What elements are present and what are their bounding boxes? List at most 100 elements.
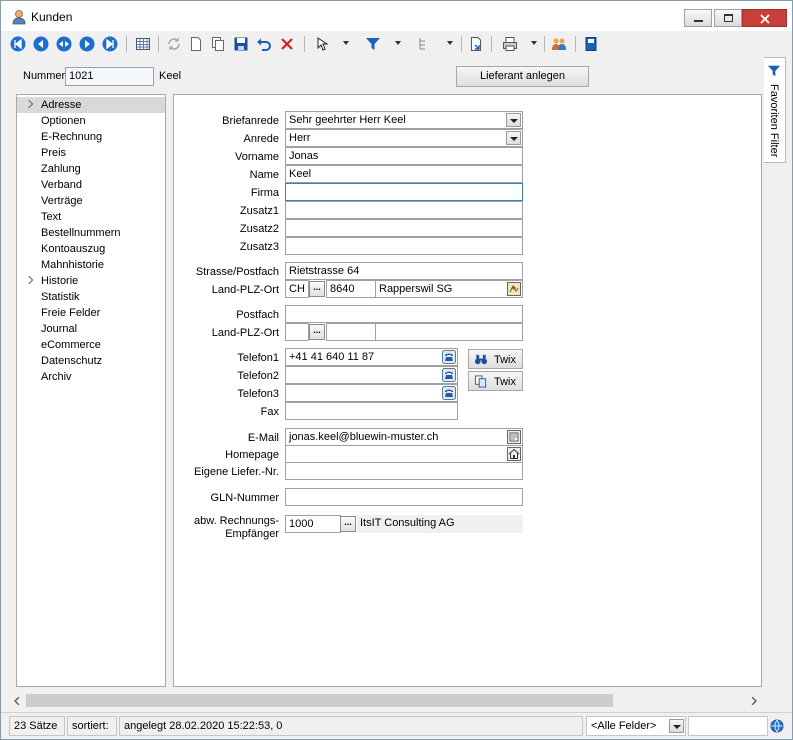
twix-copy-button[interactable]: Twix <box>468 371 523 391</box>
nav-item-adresse[interactable]: Adresse <box>17 97 165 113</box>
field-filter-dropdown-icon[interactable] <box>669 719 684 733</box>
phone-icon[interactable] <box>442 368 456 382</box>
nav-item-archiv[interactable]: Archiv <box>17 369 165 385</box>
status-search-field[interactable] <box>688 716 768 736</box>
strasse-field[interactable]: Rietstrasse 64 <box>285 262 523 280</box>
search-record-button[interactable] <box>55 35 73 53</box>
nav-item-historie[interactable]: Historie <box>17 273 165 289</box>
map-icon[interactable] <box>507 282 521 296</box>
document-link-button[interactable] <box>467 35 485 53</box>
tree-dropdown-icon[interactable] <box>447 41 453 45</box>
previous-record-button[interactable] <box>32 35 50 53</box>
toolbar-separator <box>126 36 127 52</box>
briefanrede-combo[interactable]: Sehr geehrter Herr Keel <box>285 111 523 129</box>
undo-button[interactable] <box>255 35 273 53</box>
nav-item-ecommerce[interactable]: eCommerce <box>17 337 165 353</box>
telefon2-field[interactable] <box>285 366 458 384</box>
table-view-button[interactable] <box>134 35 152 53</box>
contacts-button[interactable] <box>550 35 568 53</box>
phone-icon[interactable] <box>442 386 456 400</box>
nav-item-verband[interactable]: Verband <box>17 177 165 193</box>
ort-2-field[interactable] <box>375 323 523 341</box>
maximize-button[interactable] <box>714 9 742 27</box>
horizontal-scrollbar[interactable] <box>9 692 762 709</box>
nummer-field[interactable]: 1021 <box>65 67 154 86</box>
copy-button[interactable] <box>209 35 227 53</box>
nav-item-text[interactable]: Text <box>17 209 165 225</box>
scrollbar-thumb[interactable] <box>26 694 613 707</box>
first-record-button[interactable] <box>9 35 27 53</box>
nav-item-datenschutz[interactable]: Datenschutz <box>17 353 165 369</box>
filter-dropdown-icon[interactable] <box>395 41 401 45</box>
last-record-button[interactable] <box>101 35 119 53</box>
land-lookup-button[interactable]: ... <box>309 281 325 297</box>
plz-field[interactable]: 8640 <box>326 280 376 298</box>
homepage-field[interactable] <box>285 445 523 463</box>
land-2-lookup-button[interactable]: ... <box>309 324 325 340</box>
scroll-right-icon[interactable] <box>750 697 758 705</box>
gln-field[interactable] <box>285 488 523 506</box>
nav-item-optionen[interactable]: Optionen <box>17 113 165 129</box>
abw-nummer-field[interactable]: 1000 <box>285 515 341 533</box>
telefon3-field[interactable] <box>285 384 458 402</box>
nav-item-zahlung[interactable]: Zahlung <box>17 161 165 177</box>
nav-item-journal[interactable]: Journal <box>17 321 165 337</box>
save-button[interactable] <box>232 35 250 53</box>
selection-button[interactable] <box>313 35 331 53</box>
favorites-filter-tab[interactable]: Favoriten Filter <box>764 57 786 163</box>
vorname-field[interactable]: Jonas <box>285 147 523 165</box>
expand-arrow-icon[interactable] <box>24 275 34 285</box>
new-button[interactable] <box>187 35 205 53</box>
zusatz2-field[interactable] <box>285 219 523 237</box>
land-2-field[interactable] <box>285 323 309 341</box>
nav-item-kontoauszug[interactable]: Kontoauszug <box>17 241 165 257</box>
anrede-combo[interactable]: Herr <box>285 129 523 147</box>
print-dropdown-icon[interactable] <box>531 41 537 45</box>
delete-button[interactable] <box>278 35 296 53</box>
postfach-field[interactable] <box>285 305 523 323</box>
next-record-button[interactable] <box>78 35 96 53</box>
twix-search-button[interactable]: Twix <box>468 349 523 369</box>
zusatz1-field[interactable] <box>285 201 523 219</box>
nav-item-mahnhistorie[interactable]: Mahnhistorie <box>17 257 165 273</box>
nav-item-verträge[interactable]: Verträge <box>17 193 165 209</box>
expand-arrow-icon[interactable] <box>24 99 34 109</box>
scroll-left-icon[interactable] <box>13 697 21 705</box>
tree-view-button[interactable] <box>415 35 433 53</box>
refresh-button[interactable] <box>165 35 183 53</box>
mail-icon[interactable] <box>507 430 521 444</box>
filter-button[interactable] <box>364 35 382 53</box>
zusatz3-field[interactable] <box>285 237 523 255</box>
plz-2-field[interactable] <box>326 323 376 341</box>
briefanrede-dropdown-icon[interactable] <box>506 113 521 127</box>
print-button[interactable] <box>501 35 519 53</box>
nav-item-statistik[interactable]: Statistik <box>17 289 165 305</box>
nav-item-preis[interactable]: Preis <box>17 145 165 161</box>
ort-field[interactable]: Rapperswil SG <box>375 280 523 298</box>
sorted-status: sortiert: <box>67 716 117 736</box>
telefon1-field[interactable]: +41 41 640 11 87 <box>285 348 458 366</box>
binoculars-icon <box>474 354 488 365</box>
close-button[interactable] <box>742 9 787 27</box>
phone-icon[interactable] <box>442 350 456 364</box>
status-bar: 23 Sätze sortiert: angelegt 28.02.2020 1… <box>1 712 792 739</box>
nav-item-bestellnummern[interactable]: Bestellnummern <box>17 225 165 241</box>
fax-field[interactable] <box>285 402 458 420</box>
email-field[interactable]: jonas.keel@bluewin-muster.ch <box>285 428 523 446</box>
land-field[interactable]: CH <box>285 280 309 298</box>
lieferant-anlegen-button[interactable]: Lieferant anlegen <box>456 66 589 87</box>
eigene-liefer-nr-field[interactable] <box>285 462 523 480</box>
document-arrow-icon <box>471 37 481 51</box>
firma-field[interactable] <box>285 183 523 201</box>
nav-item-freie-felder[interactable]: Freie Felder <box>17 305 165 321</box>
home-icon[interactable] <box>507 447 521 461</box>
anrede-dropdown-icon[interactable] <box>506 131 521 145</box>
address-book-button[interactable] <box>582 35 600 53</box>
minimize-button[interactable] <box>684 9 712 27</box>
nav-item-e-rechnung[interactable]: E-Rechnung <box>17 129 165 145</box>
globe-icon[interactable] <box>770 719 784 733</box>
abw-lookup-button[interactable]: ... <box>340 516 356 532</box>
selection-dropdown-icon[interactable] <box>343 41 349 45</box>
name-field[interactable]: Keel <box>285 165 523 183</box>
email-label: E-Mail <box>247 432 279 444</box>
